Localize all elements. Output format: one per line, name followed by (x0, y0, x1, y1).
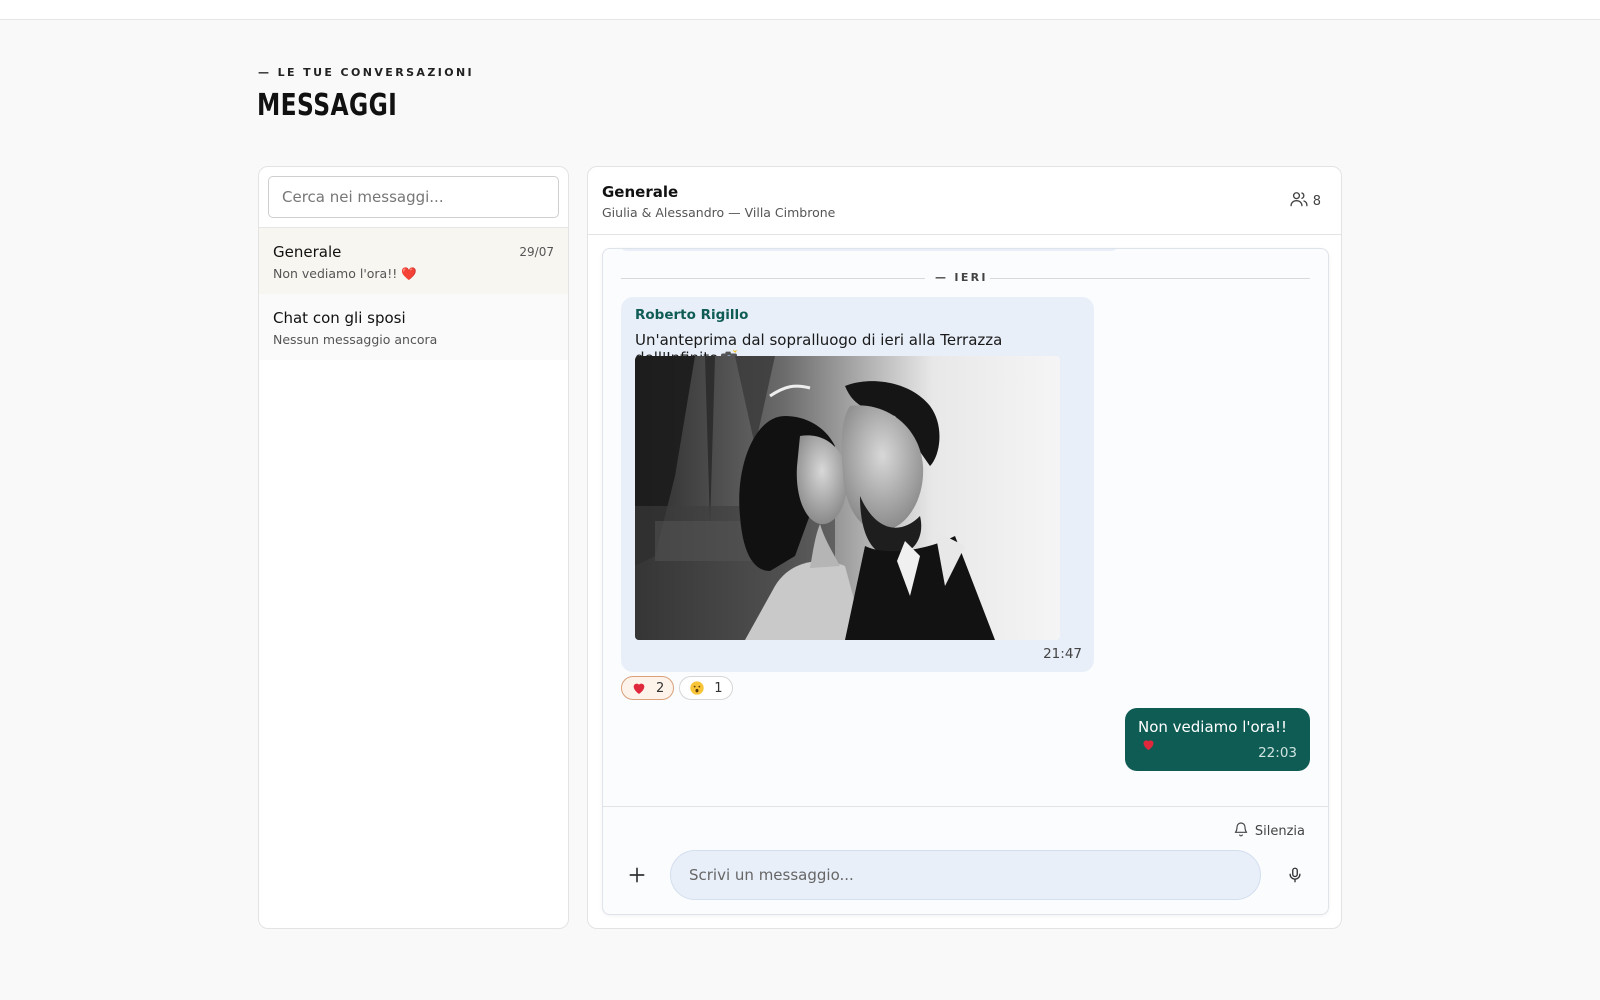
members-count: 8 (1312, 193, 1321, 209)
message-bubble-outgoing[interactable]: Non vediamo l'ora!! 22:03 (1125, 708, 1310, 771)
conversation-item-chat-sposi[interactable]: Chat con gli sposi Nessun messaggio anco… (259, 294, 568, 360)
mute-button[interactable]: Silenzia (1233, 821, 1305, 841)
chat-subtitle: Giulia & Alessandro — Villa Cimbrone (602, 205, 836, 220)
chat-title: Generale (602, 183, 679, 201)
conversation-item-generale[interactable]: Generale Non vediamo l'ora!! ❤️ 29/07 (259, 228, 568, 294)
heart-emoji (633, 683, 645, 694)
reaction-heart[interactable]: 2 (621, 676, 675, 700)
bell-icon (1233, 821, 1249, 841)
message-bubble-incoming[interactable]: Roberto Rigillo Un'anteprima dal soprall… (621, 297, 1094, 672)
message-time: 21:47 (1043, 646, 1082, 662)
page-title: MESSAGGI (257, 88, 398, 123)
previous-message-edge (619, 249, 1119, 251)
conversation-date: 29/07 (519, 245, 554, 259)
chat-header: Generale Giulia & Alessandro — Villa Cim… (588, 167, 1341, 235)
heart-emoji (1143, 740, 1154, 751)
reaction-count: 1 (714, 680, 723, 696)
conversation-name: Chat con gli sposi (273, 309, 406, 327)
divider (603, 806, 1328, 807)
voice-message-button[interactable] (1283, 863, 1307, 887)
top-bar (0, 0, 1600, 20)
date-separator-label: — IERI (935, 271, 988, 284)
conversation-sidebar: Generale Non vediamo l'ora!! ❤️ 29/07 Ch… (258, 166, 569, 929)
plus-icon (629, 867, 645, 883)
chat-panel: Generale Giulia & Alessandro — Villa Cim… (587, 166, 1342, 929)
mute-label: Silenzia (1254, 823, 1305, 839)
page-eyebrow: — LE TUE CONVERSAZIONI (258, 66, 475, 79)
message-time: 22:03 (1258, 745, 1297, 761)
message-photo[interactable] (635, 356, 1060, 640)
message-sender[interactable]: Roberto Rigillo (635, 307, 1080, 323)
search-input[interactable] (268, 176, 559, 218)
surprised-face-emoji (690, 681, 704, 695)
conversation-name: Generale (273, 243, 342, 261)
reaction-count: 2 (656, 680, 665, 696)
users-icon (1289, 189, 1309, 213)
conversation-preview: Non vediamo l'ora!! ❤️ (273, 266, 417, 281)
conversation-preview: Nessun messaggio ancora (273, 332, 438, 347)
message-input[interactable] (670, 850, 1261, 900)
date-separator: — IERI (621, 271, 1310, 285)
message-reactions: 2 1 (621, 676, 733, 700)
members-button[interactable]: 8 (1289, 189, 1321, 213)
reaction-surprised[interactable]: 1 (679, 676, 733, 700)
microphone-icon (1289, 867, 1301, 883)
message-list[interactable]: — IERI Roberto Rigillo Un'anteprima dal … (602, 248, 1329, 915)
attach-button[interactable] (623, 861, 651, 889)
